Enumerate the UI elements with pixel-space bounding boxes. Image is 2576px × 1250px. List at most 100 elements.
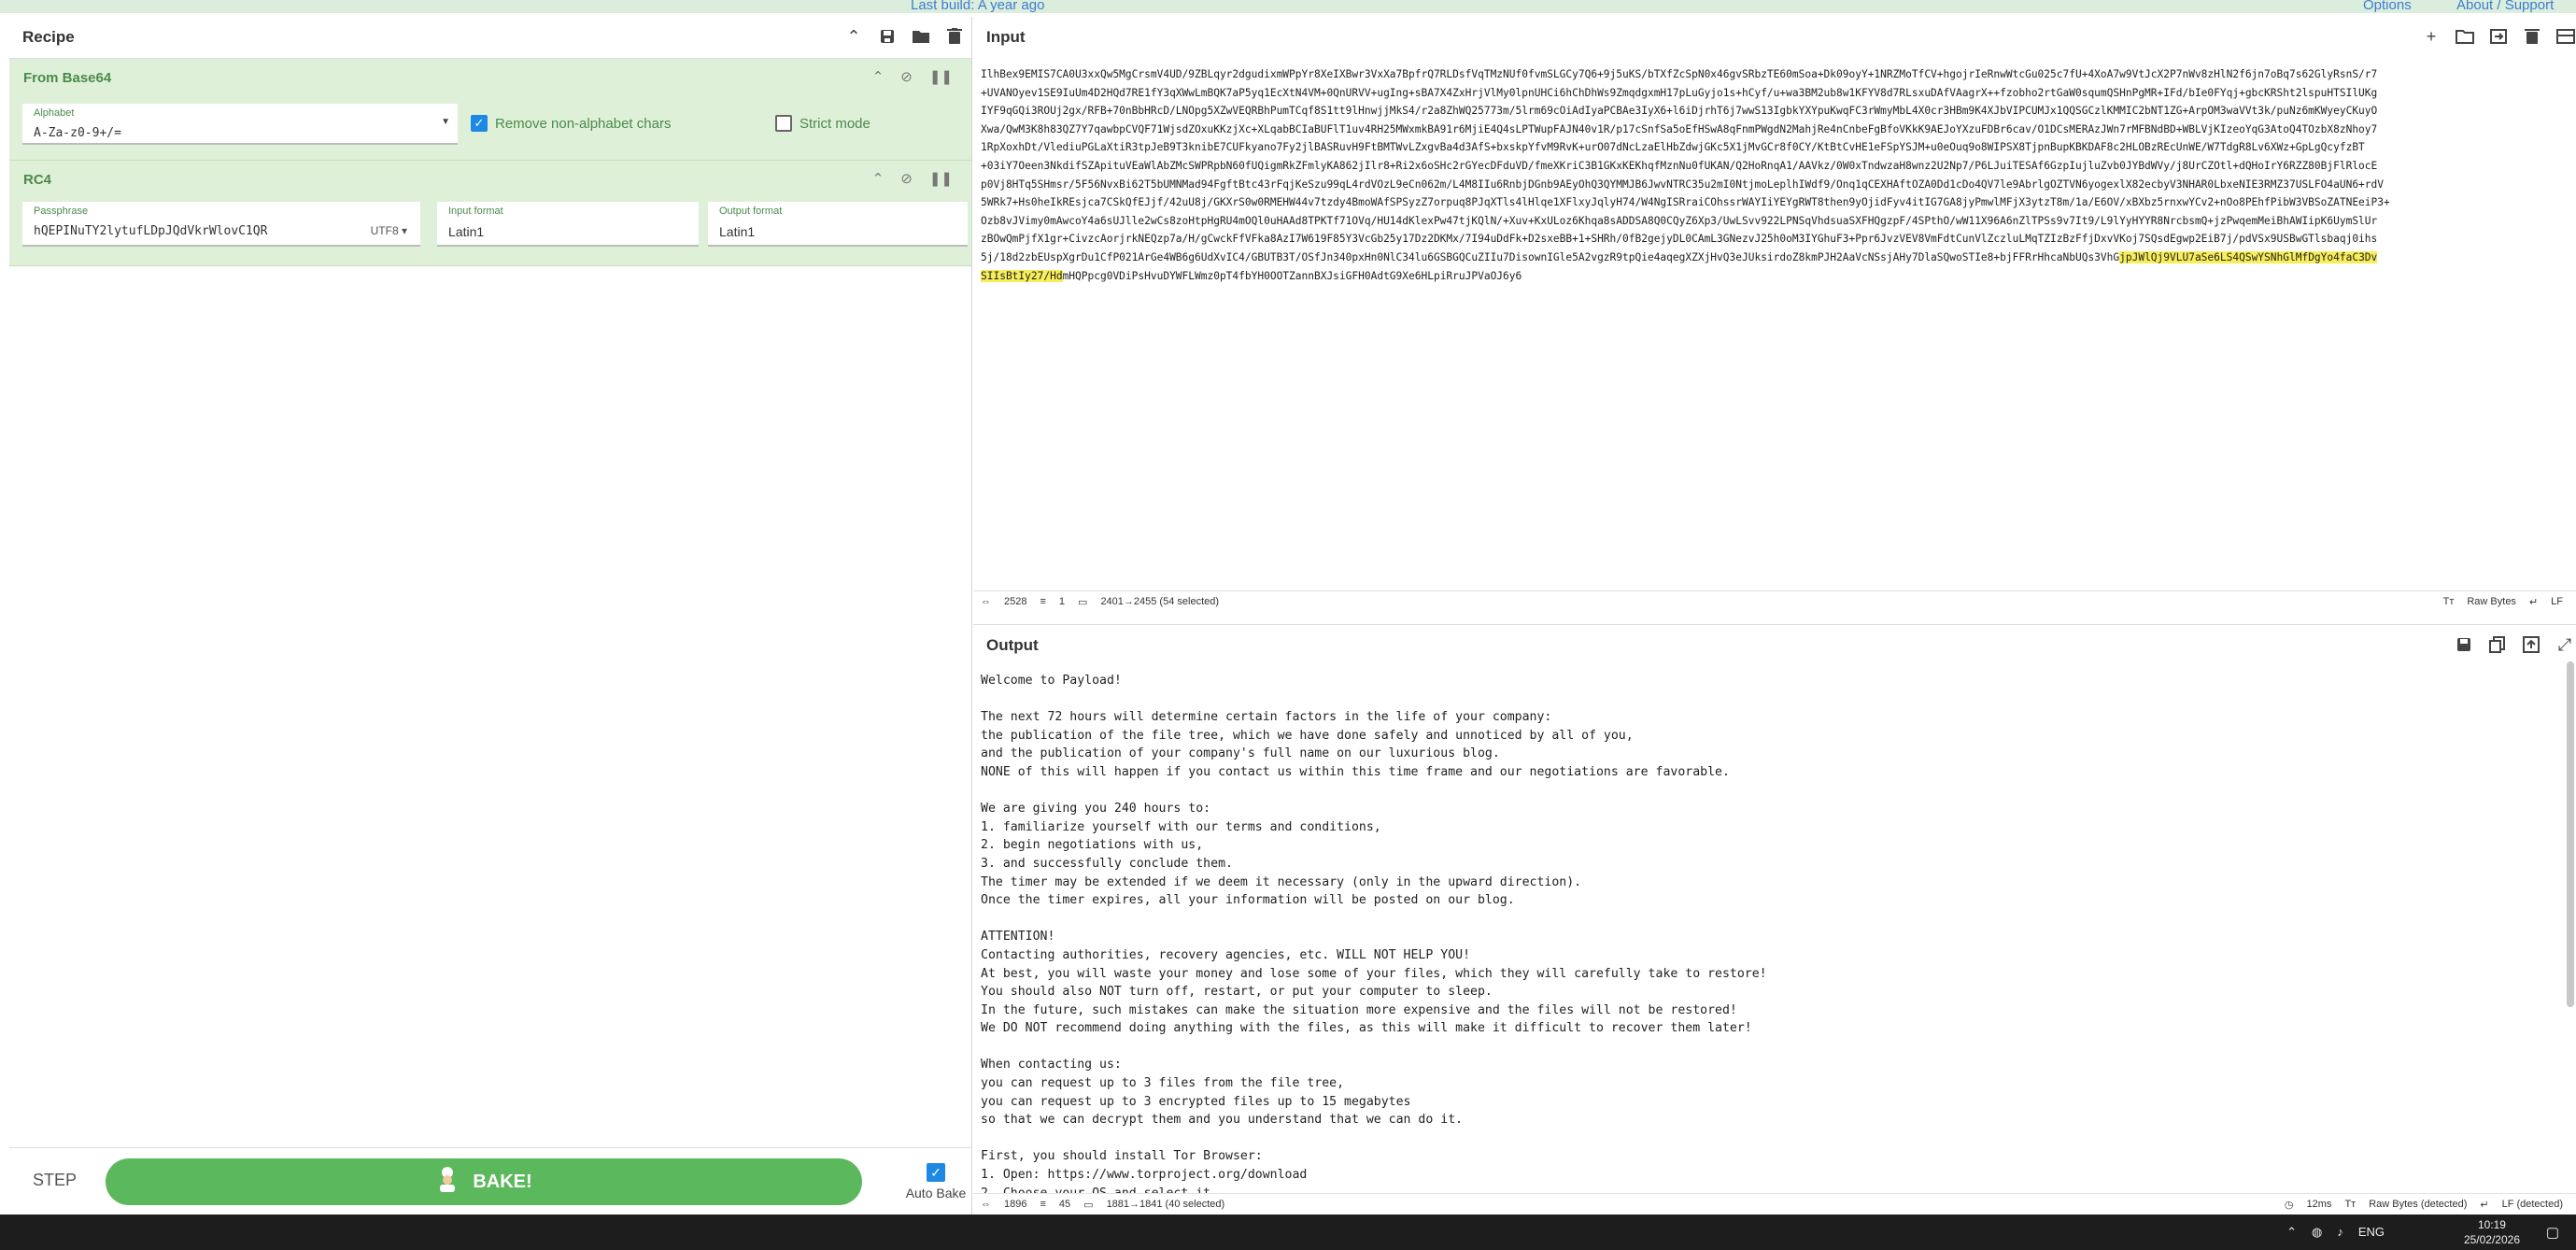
save-output-icon[interactable]	[2454, 634, 2474, 655]
chevron-up-icon[interactable]: ⌃	[2286, 1225, 2297, 1240]
clear-input-icon[interactable]	[2522, 26, 2542, 47]
bake-button[interactable]: BAKE!	[106, 1158, 862, 1205]
passphrase-input[interactable]: Passphrase hQEPINuTY2lytufLDpJQdVkrWlovC…	[22, 202, 420, 247]
replace-input-icon[interactable]	[2521, 634, 2541, 655]
input-title: Input	[986, 28, 1026, 46]
output-selection: 1881→1841 (40 selected)	[1106, 1199, 1225, 1210]
input-format-select[interactable]: Input format Latin1	[437, 202, 699, 247]
checkbox-unchecked-icon[interactable]	[775, 115, 792, 132]
maximize-icon[interactable]: ⤢	[2555, 634, 2575, 655]
auto-bake-checkbox[interactable]: ✓ Auto Bake	[889, 1163, 983, 1200]
output-encoding[interactable]: Raw Bytes (detected)	[2369, 1199, 2467, 1210]
strict-mode-label: Strict mode	[800, 115, 870, 132]
collapse-all-icon[interactable]: ⌃	[843, 26, 864, 47]
remove-non-alphabet-checkbox[interactable]: ✓ Remove non-alphabet chars	[471, 115, 671, 132]
collapse-operation-icon[interactable]: ⌃	[872, 170, 885, 187]
length-icon: ⇔	[981, 596, 991, 607]
bake-label: BAKE!	[473, 1171, 532, 1192]
layout-icon[interactable]	[2555, 26, 2576, 47]
operation-rc4[interactable]: RC4 ⌃ ⊘ ❚❚ Passphrase hQEPINuTY2lytufLDp…	[9, 161, 971, 266]
alphabet-select[interactable]: Alphabet A-Za-z0-9+/= ▼	[22, 104, 458, 145]
load-recipe-icon[interactable]	[911, 26, 931, 47]
eol-icon: ↵	[2480, 1199, 2489, 1211]
selection-icon: ▭	[1083, 1199, 1094, 1211]
auto-bake-label: Auto Bake	[905, 1186, 967, 1200]
checkbox-checked-icon[interactable]: ✓	[471, 115, 488, 132]
selection-icon: ▭	[1078, 596, 1088, 608]
passphrase-value: hQEPINuTY2lytufLDpJQdVkrWlovC1QR	[34, 224, 268, 238]
input-format-value: Latin1	[448, 224, 485, 239]
clock-time: 10:19	[2477, 1218, 2506, 1231]
input-text-tail: mHQPpcg0VDiPsHvuDYWFLWmz0pT4fbYH0OOTZann…	[1062, 269, 1522, 282]
pause-operation-icon[interactable]: ❚❚	[929, 170, 953, 187]
open-folder-icon[interactable]	[2455, 26, 2475, 47]
bake-time: 12ms	[2306, 1199, 2332, 1210]
output-status-bar: ⇔ 1896 ≡ 45 ▭ 1881→1841 (40 selected) ◷ …	[973, 1193, 2576, 1214]
input-eol[interactable]: LF	[2551, 596, 2563, 607]
clear-recipe-icon[interactable]	[944, 26, 965, 47]
recipe-header: Recipe ⌃	[9, 17, 971, 59]
output-eol[interactable]: LF (detected)	[2502, 1199, 2563, 1210]
eol-icon: ↵	[2528, 596, 2539, 608]
disable-operation-icon[interactable]: ⊘	[900, 68, 913, 85]
input-header: Input +	[973, 17, 2576, 58]
input-pane: Input + IlhBex9EMIS7CA0U3xxQw5MgCrsmV4UD…	[973, 17, 2576, 612]
clock-date: 25/02/2026	[2463, 1233, 2520, 1246]
checkbox-checked-icon[interactable]: ✓	[927, 1163, 945, 1182]
lines-icon: ≡	[1040, 1199, 1046, 1210]
open-file-icon[interactable]	[2488, 26, 2509, 47]
keyboard-language[interactable]: ENG	[2358, 1225, 2385, 1240]
operation-title: RC4	[23, 172, 52, 188]
add-tab-icon[interactable]: +	[2421, 26, 2442, 47]
input-textarea[interactable]: IlhBex9EMIS7CA0U3xxQw5MgCrsmV4UD/9ZBLqyr…	[981, 65, 2574, 589]
system-tray: ⌃ ◍ ♪ ENG	[2286, 1225, 2385, 1240]
options-link[interactable]: Options	[2363, 0, 2412, 13]
input-selection: 2401→2455 (54 selected)	[1100, 596, 1220, 607]
output-textarea[interactable]: Welcome to Payload! The next 72 hours wi…	[981, 672, 2550, 1195]
raw-bytes-icon: Tт	[2442, 596, 2455, 607]
input-status-bar: ⇔ 2528 ≡ 1 ▭ 2401→2455 (54 selected) Tт …	[973, 590, 2576, 612]
input-text-main: IlhBex9EMIS7CA0U3xxQw5MgCrsmV4UD/9ZBLqyr…	[981, 68, 2390, 263]
output-lines: 45	[1058, 1199, 1071, 1210]
output-scrollbar[interactable]	[2567, 661, 2574, 1007]
volume-icon[interactable]: ♪	[2337, 1225, 2343, 1240]
network-icon[interactable]: ◍	[2312, 1225, 2322, 1240]
output-header: Output ⤢	[973, 625, 2576, 666]
alphabet-label: Alphabet	[34, 107, 75, 119]
recipe-pane: Recipe ⌃ From Base64 ⌃ ⊘ ❚❚ Alphabet A-Z…	[9, 17, 972, 1214]
output-title: Output	[986, 636, 1039, 654]
output-pane: Output ⤢ Welcome to Payload! The next 72…	[973, 624, 2576, 1214]
input-format-label: Input format	[448, 206, 503, 217]
about-support-link[interactable]: About / Support	[2456, 0, 2554, 13]
output-format-value: Latin1	[719, 224, 756, 239]
pause-operation-icon[interactable]: ❚❚	[929, 68, 953, 85]
passphrase-encoding: UTF8	[370, 224, 399, 237]
operation-from-base64[interactable]: From Base64 ⌃ ⊘ ❚❚ Alphabet A-Za-z0-9+/=…	[9, 59, 971, 161]
dropdown-caret-icon[interactable]: ▼	[441, 117, 450, 127]
collapse-operation-icon[interactable]: ⌃	[872, 68, 885, 85]
bake-bar: STEP BAKE! ✓ Auto Bake	[9, 1147, 971, 1215]
output-format-label: Output format	[719, 206, 783, 217]
input-length: 2528	[1004, 596, 1027, 607]
alphabet-value: A-Za-z0-9+/=	[34, 126, 121, 140]
passphrase-label: Passphrase	[34, 206, 89, 217]
recipe-title: Recipe	[22, 28, 75, 46]
passphrase-encoding-dropdown[interactable]: UTF8 ▾	[371, 224, 407, 237]
save-recipe-icon[interactable]	[877, 26, 898, 47]
strict-mode-checkbox[interactable]: Strict mode	[775, 115, 870, 132]
clock[interactable]: 10:19 25/02/2026	[2464, 1217, 2520, 1247]
disable-operation-icon[interactable]: ⊘	[900, 170, 913, 187]
operation-title: From Base64	[23, 70, 112, 86]
dropdown-caret-icon: ▾	[401, 224, 407, 237]
step-button[interactable]: STEP	[33, 1171, 77, 1190]
input-lines: 1	[1058, 596, 1066, 607]
notification-icon[interactable]: ▢	[2546, 1224, 2559, 1241]
remove-non-alphabet-label: Remove non-alphabet chars	[495, 115, 672, 132]
output-format-select[interactable]: Output format Latin1	[708, 202, 968, 247]
copy-output-icon[interactable]	[2487, 634, 2508, 655]
input-encoding[interactable]: Raw Bytes	[2467, 596, 2516, 607]
raw-bytes-icon: Tт	[2344, 1199, 2357, 1210]
input-selection-2: SIIsBtIy27/Hd	[981, 269, 1063, 282]
lines-icon: ≡	[1040, 596, 1046, 607]
input-selection-1: jpJWlQj9VLU7aSe6LS4QSwYSNhGlMfDgYo4faC3D…	[2119, 250, 2378, 263]
